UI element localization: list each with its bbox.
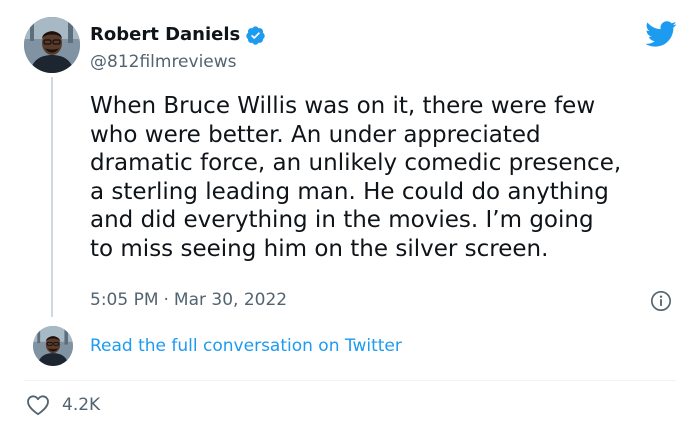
tweet-timestamp[interactable]: 5:05 PM · Mar 30, 2022 [90, 289, 287, 311]
thread-connector-line [51, 77, 53, 317]
reply-avatar[interactable] [33, 326, 73, 366]
like-button[interactable]: 4.2K [26, 394, 100, 416]
tweet-time[interactable]: 5:05 PM [90, 289, 159, 311]
author-name-row: Robert Daniels [90, 24, 266, 46]
author-avatar[interactable] [24, 17, 80, 73]
info-icon[interactable] [650, 290, 672, 312]
tweet-text: When Bruce Willis was on it, there were … [90, 93, 622, 262]
tweet-date[interactable]: Mar 30, 2022 [174, 289, 287, 311]
author-handle[interactable]: @812filmreviews [90, 51, 237, 73]
read-full-conversation-link[interactable]: Read the full conversation on Twitter [90, 335, 402, 357]
avatar-image [24, 17, 80, 73]
meta-separator: · [163, 290, 169, 310]
divider [24, 380, 676, 381]
verified-badge-icon [246, 25, 265, 45]
tweet-card: Robert Daniels @812filmreviews When Bruc… [0, 0, 700, 431]
heart-icon[interactable] [26, 394, 50, 416]
twitter-bird-icon[interactable] [644, 20, 677, 48]
like-count: 4.2K [62, 395, 101, 415]
avatar-image-small [33, 326, 73, 366]
author-display-name[interactable]: Robert Daniels [90, 24, 240, 46]
